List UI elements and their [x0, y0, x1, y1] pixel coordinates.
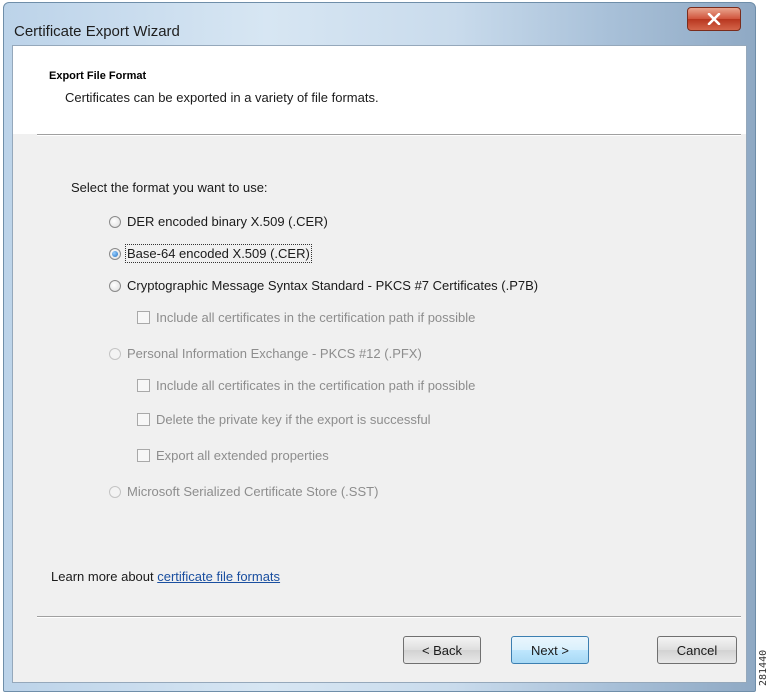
radio-der[interactable]: DER encoded binary X.509 (.CER) — [109, 214, 328, 229]
checkbox[interactable] — [137, 413, 150, 426]
radio-sst-label: Microsoft Serialized Certificate Store (… — [127, 484, 379, 499]
footer-divider — [37, 616, 741, 618]
wizard-header: Export File Format Certificates can be e… — [13, 46, 746, 134]
radio-base64-label: Base-64 encoded X.509 (.CER) — [125, 244, 312, 263]
checkbox-pfx-delete-key[interactable]: Delete the private key if the export is … — [137, 412, 431, 427]
radio-sst[interactable]: Microsoft Serialized Certificate Store (… — [109, 484, 378, 499]
header-divider — [37, 134, 741, 136]
radio-der-label: DER encoded binary X.509 (.CER) — [127, 214, 328, 229]
checkbox-pfx-export-ext[interactable]: Export all extended properties — [137, 448, 329, 463]
back-button[interactable]: < Back — [403, 636, 481, 664]
radio-pkcs7[interactable]: Cryptographic Message Syntax Standard - … — [109, 278, 538, 293]
checkbox-pfx-export-ext-label: Export all extended properties — [156, 448, 329, 463]
window-title: Certificate Export Wizard — [14, 23, 180, 40]
checkbox[interactable] — [137, 379, 150, 392]
page-subtitle: Certificates can be exported in a variet… — [65, 90, 379, 105]
radio-button[interactable] — [109, 215, 121, 228]
checkbox-pfx-include-path[interactable]: Include all certificates in the certific… — [137, 378, 475, 393]
learn-more-prefix: Learn more about — [51, 569, 158, 584]
checkbox-p7b-include-path-label: Include all certificates in the certific… — [156, 310, 476, 325]
format-prompt: Select the format you want to use: — [71, 180, 268, 195]
radio-button[interactable] — [109, 279, 121, 292]
dialog-client-area: Export File Format Certificates can be e… — [12, 45, 747, 683]
cancel-button[interactable]: Cancel — [657, 636, 737, 664]
radio-pfx[interactable]: Personal Information Exchange - PKCS #12… — [109, 346, 422, 361]
checkbox[interactable] — [137, 311, 150, 324]
checkbox-pfx-include-path-label: Include all certificates in the certific… — [156, 378, 476, 393]
certificate-formats-link[interactable]: certificate file formats — [157, 569, 280, 584]
checkbox-p7b-include-path[interactable]: Include all certificates in the certific… — [137, 310, 475, 325]
next-button[interactable]: Next > — [511, 636, 589, 664]
radio-button-disabled[interactable] — [109, 347, 121, 360]
page-title: Export File Format — [49, 70, 147, 82]
radio-base64[interactable]: Base-64 encoded X.509 (.CER) — [109, 244, 312, 263]
radio-button-disabled[interactable] — [109, 485, 121, 498]
figure-id: 281440 — [758, 649, 769, 686]
close-button[interactable] — [687, 7, 741, 31]
checkbox-pfx-delete-key-label: Delete the private key if the export is … — [156, 412, 431, 427]
radio-pfx-label: Personal Information Exchange - PKCS #12… — [127, 346, 422, 361]
learn-more-text: Learn more about certificate file format… — [51, 569, 280, 584]
dialog-window: Certificate Export Wizard Export File Fo… — [3, 2, 756, 692]
radio-button-selected[interactable] — [109, 247, 121, 260]
radio-pkcs7-label: Cryptographic Message Syntax Standard - … — [127, 278, 539, 293]
checkbox[interactable] — [137, 449, 150, 462]
close-x-icon — [707, 13, 721, 25]
